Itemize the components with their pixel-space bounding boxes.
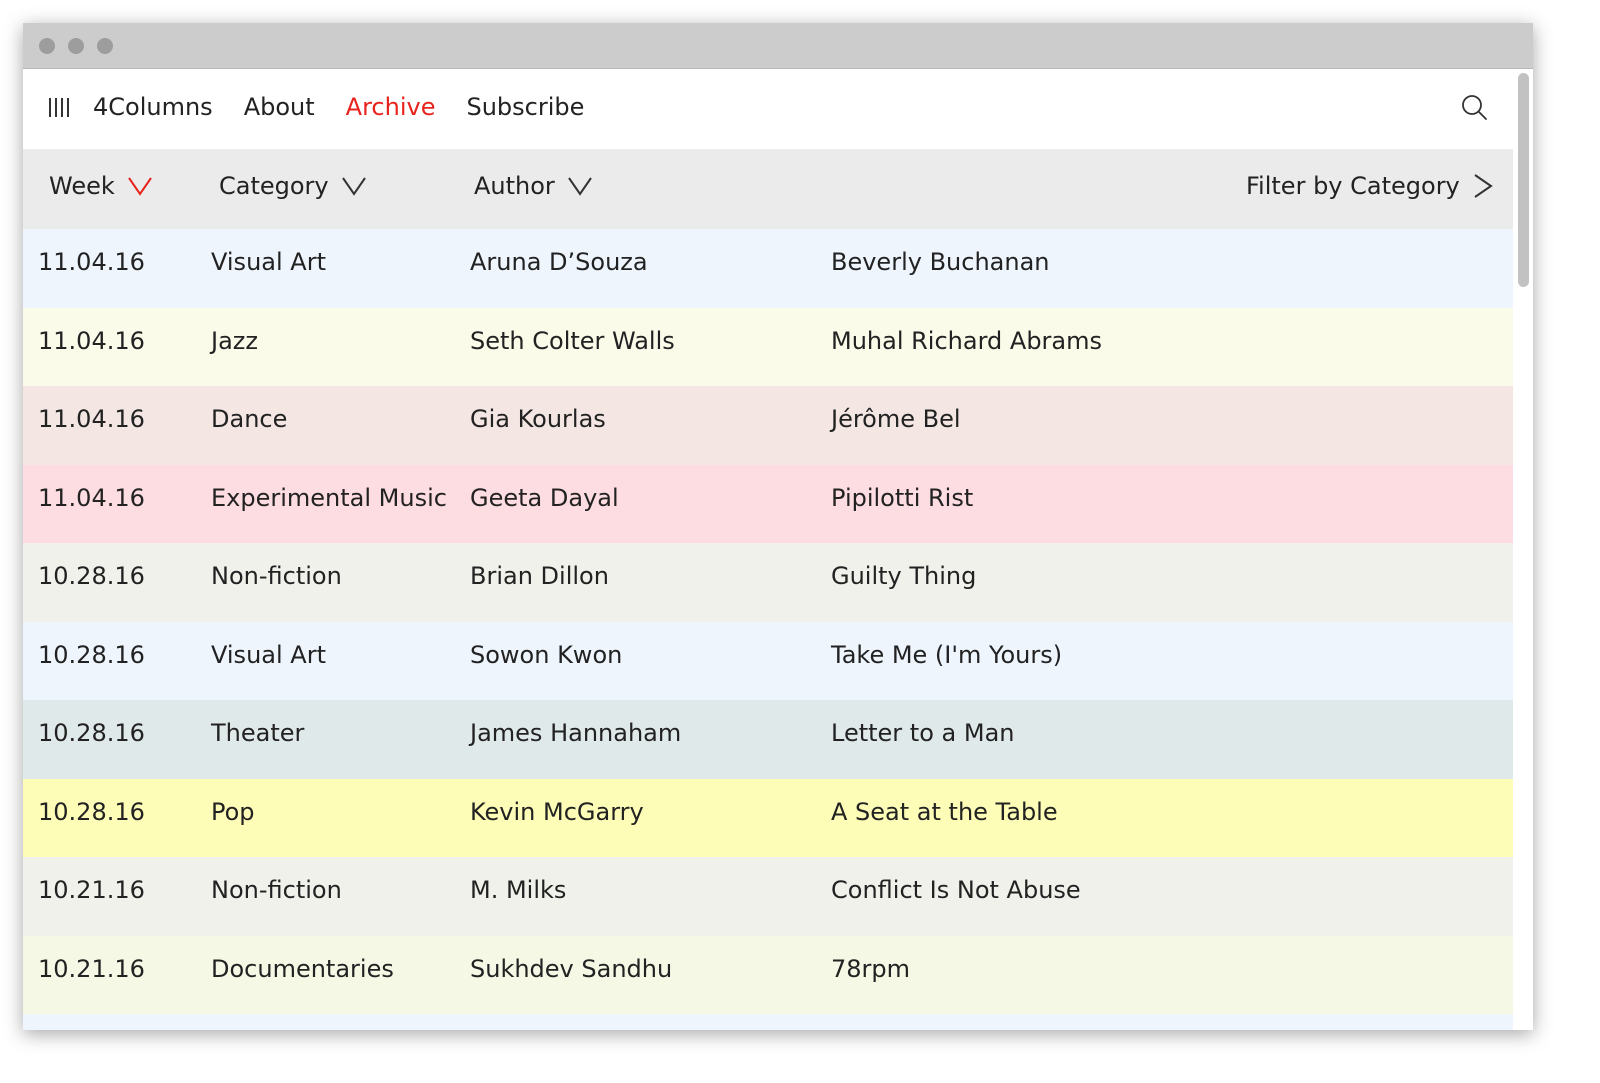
browser-window: 4Columns About Archive Subscribe Week Ca… — [23, 23, 1533, 1030]
week-cell: 11.04.16 — [38, 405, 145, 433]
sort-by-category[interactable]: Category — [219, 172, 367, 200]
category-cell: Non-fiction — [211, 876, 342, 904]
filter-by-category-button[interactable]: Filter by Category — [1246, 172, 1494, 200]
week-cell: 10.28.16 — [38, 719, 145, 747]
table-row[interactable]: 11.04.16 Dance Gia Kourlas Jérôme Bel — [23, 386, 1513, 465]
title-cell: Conflict Is Not Abuse — [831, 876, 1081, 904]
table-row[interactable]: 10.21.16 Non-fiction M. Milks Conflict Is N… — [23, 857, 1513, 936]
author-cell: Sukhdev Sandhu — [470, 954, 673, 983]
four-columns-logo-icon[interactable] — [49, 98, 69, 117]
title-cell: A Seat at the Table — [831, 797, 1058, 826]
table-row[interactable]: 10.28.16 Pop Kevin McGarry A Seat at the Ta… — [23, 778, 1513, 857]
author-cell: Gia Kourlas — [470, 405, 606, 433]
table-row[interactable]: 10.28.16 Non-fiction Brian Dillon Guilty Th… — [23, 543, 1513, 622]
category-cell: Visual Art — [211, 640, 326, 669]
chevron-down-icon — [341, 177, 366, 196]
table-row[interactable]: 11.04.16 Experimental Music Geeta Dayal Pip… — [23, 464, 1513, 543]
table-row[interactable]: 11.04.16 Jazz Seth Colter Walls Muhal Richa… — [23, 307, 1513, 386]
archive-table-body: 11.04.16 Visual Art Aruna D’Souza Beverly B… — [23, 229, 1513, 1030]
page-viewport: 4Columns About Archive Subscribe Week Ca… — [23, 69, 1513, 1030]
week-header-label: Week — [49, 172, 115, 200]
author-cell: Sowon Kwon — [470, 640, 623, 669]
week-cell: 11.04.16 — [38, 483, 145, 512]
author-cell: James Hannaham — [470, 719, 682, 747]
author-cell: M. Milks — [470, 876, 567, 904]
close-window-button[interactable] — [39, 38, 55, 54]
author-header-label: Author — [474, 172, 555, 200]
title-cell: Letter to a Man — [831, 719, 1015, 747]
week-cell: 10.21.16 — [38, 876, 145, 904]
title-cell: Pipilotti Rist — [831, 483, 974, 512]
week-cell: 10.21.16 — [38, 954, 145, 983]
author-cell: Brian Dillon — [470, 562, 609, 590]
search-icon[interactable] — [1460, 93, 1490, 123]
author-cell: Geeta Dayal — [470, 483, 619, 512]
sort-by-author[interactable]: Author — [474, 172, 593, 200]
table-header: Week Category Author Filter by Category — [23, 149, 1513, 229]
table-row[interactable]: 10.28.16 Theater James Hannaham Letter to a… — [23, 700, 1513, 779]
author-cell: Kevin McGarry — [470, 797, 644, 826]
table-row[interactable] — [23, 1014, 1513, 1030]
nav-link-4columns[interactable]: 4Columns — [93, 93, 213, 121]
category-cell: Experimental Music — [211, 483, 447, 512]
category-header-label: Category — [219, 172, 329, 200]
title-cell: Beverly Buchanan — [831, 248, 1050, 276]
table-row[interactable]: 10.28.16 Visual Art Sowon Kwon Take Me (I'm… — [23, 621, 1513, 700]
table-row[interactable]: 11.04.16 Visual Art Aruna D’Souza Beverly B… — [23, 229, 1513, 308]
author-cell: Aruna D’Souza — [470, 248, 648, 276]
week-cell: 10.28.16 — [38, 797, 145, 826]
week-cell: 10.28.16 — [38, 640, 145, 669]
chevron-down-icon — [567, 177, 592, 196]
table-row[interactable]: 10.21.16 Documentaries Sukhdev Sandhu 78rpm — [23, 935, 1513, 1014]
sort-by-week[interactable]: Week — [49, 172, 153, 200]
vertical-scrollbar[interactable] — [1513, 69, 1533, 1030]
title-cell: Take Me (I'm Yours) — [831, 640, 1063, 669]
scrollbar-thumb[interactable] — [1518, 73, 1529, 287]
nav-link-about[interactable]: About — [244, 93, 315, 121]
minimize-window-button[interactable] — [68, 38, 84, 54]
title-cell: Muhal Richard Abrams — [831, 326, 1103, 355]
window-titlebar — [23, 23, 1533, 69]
author-cell: Seth Colter Walls — [470, 326, 675, 355]
category-cell: Jazz — [211, 326, 258, 355]
chevron-right-icon — [1474, 174, 1493, 198]
title-cell: Jérôme Bel — [831, 405, 961, 433]
week-cell: 11.04.16 — [38, 248, 145, 276]
title-cell: 78rpm — [831, 954, 911, 983]
nav-link-subscribe[interactable]: Subscribe — [466, 93, 584, 121]
category-cell: Dance — [211, 405, 288, 433]
category-cell: Visual Art — [211, 248, 326, 276]
week-cell: 11.04.16 — [38, 326, 145, 355]
nav-link-archive[interactable]: Archive — [346, 93, 436, 121]
category-cell: Non-fiction — [211, 562, 342, 590]
week-cell: 10.28.16 — [38, 562, 145, 590]
chevron-down-icon — [127, 177, 152, 196]
maximize-window-button[interactable] — [97, 38, 113, 54]
category-cell: Theater — [211, 719, 305, 747]
category-cell: Documentaries — [211, 954, 394, 983]
nav-links: 4Columns About Archive Subscribe — [93, 93, 615, 121]
top-navigation: 4Columns About Archive Subscribe — [23, 69, 1513, 149]
category-cell: Pop — [211, 797, 255, 826]
title-cell: Guilty Thing — [831, 562, 977, 590]
filter-by-category-label: Filter by Category — [1246, 172, 1460, 200]
